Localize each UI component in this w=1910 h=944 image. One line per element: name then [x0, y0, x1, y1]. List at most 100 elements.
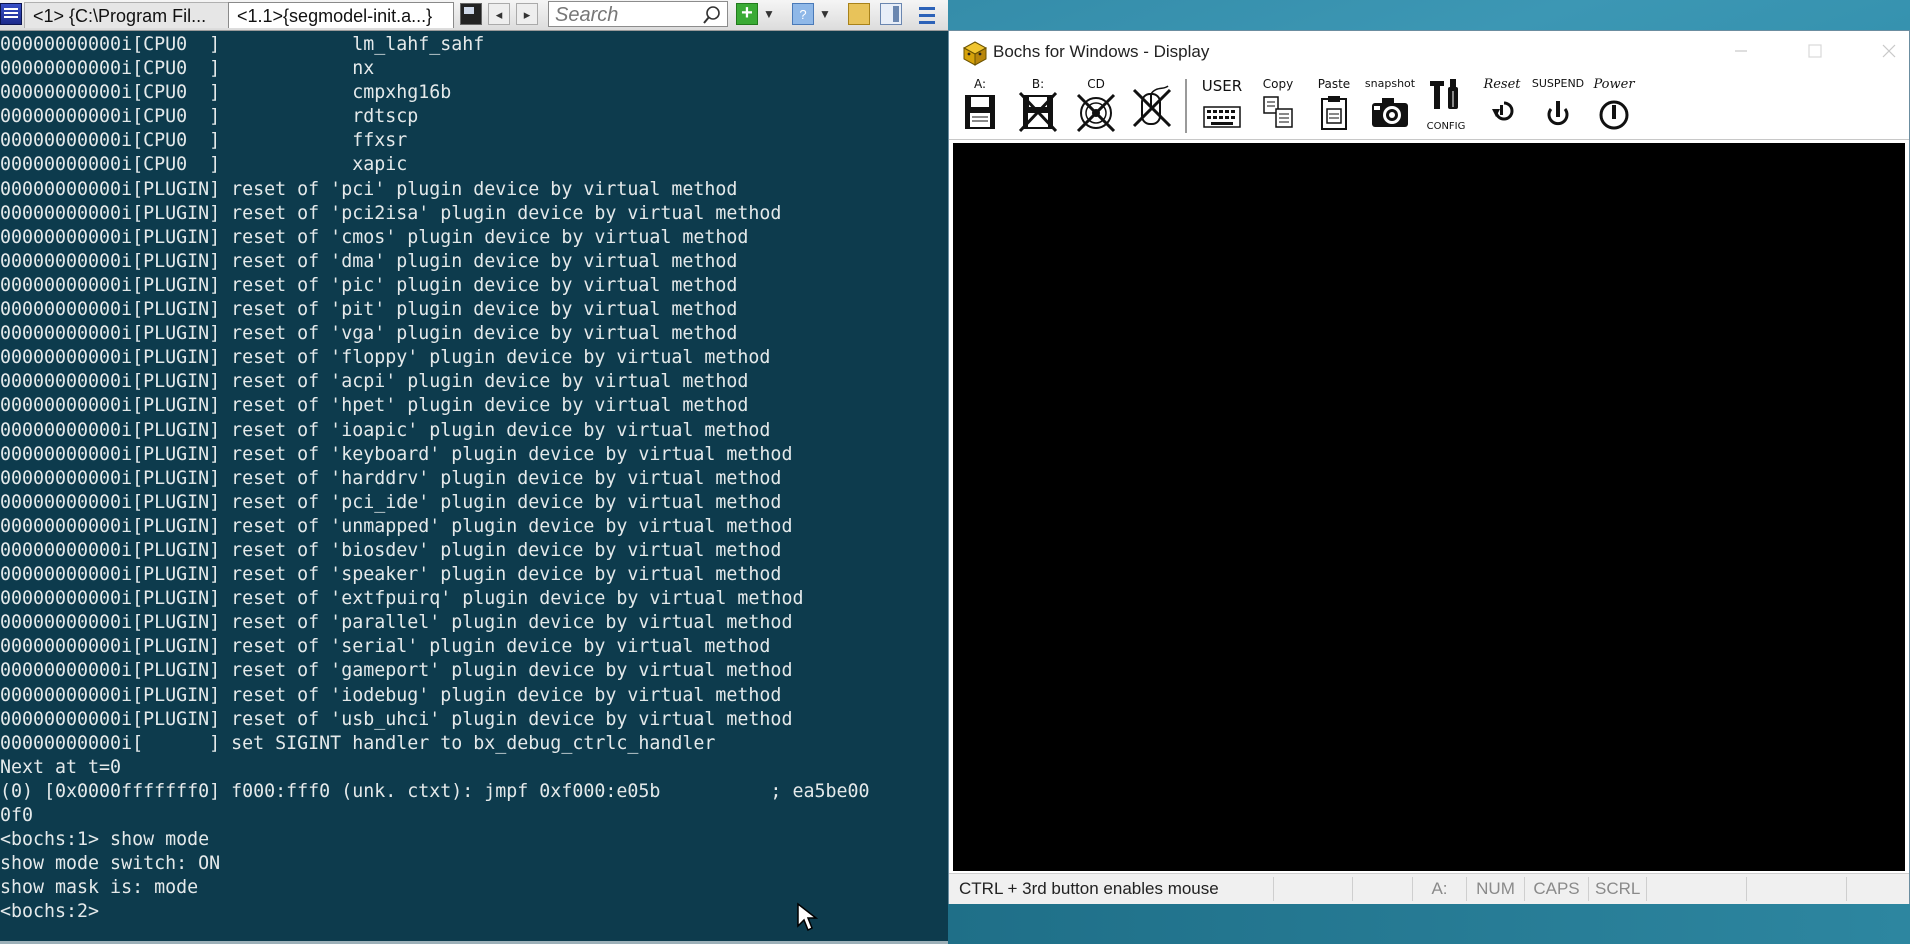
- config-button[interactable]: CONFIG: [1419, 75, 1473, 137]
- status-cell-empty: [1273, 877, 1353, 901]
- console-line: 00000000000i[PLUGIN] reset of 'harddrv' …: [0, 467, 782, 489]
- keyboard-icon: [1203, 106, 1241, 128]
- console-line: (0) [0x0000fffffff0] f000:fff0 (unk. ctx…: [0, 780, 870, 802]
- reset-button[interactable]: Reset: [1475, 75, 1529, 137]
- layout-icon[interactable]: [880, 3, 902, 25]
- user-button[interactable]: USER: [1195, 75, 1249, 137]
- console-line: 00000000000i[PLUGIN] reset of 'acpi' plu…: [0, 371, 749, 393]
- mouse-pointer-icon: [797, 902, 819, 932]
- status-cell-empty: [1353, 877, 1413, 901]
- snapshot-button[interactable]: snapshot: [1363, 75, 1417, 137]
- minimize-icon[interactable]: [1729, 39, 1753, 63]
- desktop-background: [948, 904, 1910, 944]
- bochs-display-window[interactable]: Bochs for Windows - Display A: B: CD USE…: [948, 30, 1910, 904]
- console-line: 00000000000i[PLUGIN] reset of 'pci2isa' …: [0, 202, 782, 224]
- tab-prev-arrow-icon[interactable]: ◂: [488, 3, 510, 25]
- console-tab-bar: <1> {C:\Program Fil... <1.1>{segmodel-in…: [0, 0, 948, 31]
- console-line: 00000000000i[CPU0 ] rdtscp: [0, 106, 419, 128]
- console-line: 00000000000i[PLUGIN] reset of 'hpet' plu…: [0, 395, 749, 417]
- suspend-button[interactable]: SUSPEND: [1531, 75, 1585, 137]
- bochs-toolbar: A: B: CD USER Copy Paste snapshot CONFIG…: [949, 73, 1909, 140]
- console-line: 00000000000i[PLUGIN] reset of 'ioapic' p…: [0, 419, 771, 441]
- console-line: 00000000000i[PLUGIN] reset of 'floppy' p…: [0, 347, 771, 369]
- status-num-lock: NUM: [1467, 877, 1525, 901]
- console-line: 00000000000i[PLUGIN] reset of 'pci' plug…: [0, 178, 738, 200]
- power-icon: [1599, 100, 1629, 130]
- console-line: show mode switch: ON: [0, 853, 221, 875]
- search-input[interactable]: [553, 3, 697, 27]
- console-line: 00000000000i[CPU0 ] xapic: [0, 154, 408, 176]
- config-label: CONFIG: [1426, 121, 1466, 132]
- mouse-disabled-icon: [1132, 85, 1172, 128]
- camera-icon: [1372, 98, 1408, 127]
- reset-arrow-icon: [1492, 101, 1514, 121]
- bochs-status-bar: CTRL + 3rd button enables mouse A: NUM C…: [949, 873, 1909, 904]
- tab-program-files[interactable]: <1> {C:\Program Fil...: [24, 2, 230, 28]
- console-line: 00000000000i[PLUGIN] reset of 'keyboard'…: [0, 443, 793, 465]
- console-line: 00000000000i[PLUGIN] reset of 'gameport'…: [0, 660, 793, 682]
- console-line: 00000000000i[PLUGIN] reset of 'cmos' plu…: [0, 226, 749, 248]
- hamburger-menu-icon[interactable]: [916, 3, 938, 25]
- console-line: 00000000000i[PLUGIN] reset of 'extfpuirq…: [0, 588, 804, 610]
- console-line: 00000000000i[PLUGIN] reset of 'unmapped'…: [0, 515, 793, 537]
- console-line: 00000000000i[PLUGIN] reset of 'pic' plug…: [0, 274, 738, 296]
- split-panel-icon[interactable]: ?: [792, 3, 814, 25]
- status-drive-a: A:: [1413, 877, 1467, 901]
- status-cell-empty: [1647, 877, 1747, 901]
- status-cell-empty: [1747, 877, 1847, 901]
- cdrom-disabled-icon: [1076, 93, 1116, 133]
- tab-segmodel-init[interactable]: <1.1>{segmodel-init.a...}: [228, 2, 454, 28]
- console-line: 00000000000i[PLUGIN] reset of 'serial' p…: [0, 636, 771, 658]
- floppy-disk-icon: [965, 95, 995, 129]
- console-line: 00000000000i[CPU0 ] ffxsr: [0, 130, 408, 152]
- power-button[interactable]: Power: [1587, 75, 1641, 137]
- status-caps-lock: CAPS: [1525, 877, 1589, 901]
- config-tools-icon: [1430, 79, 1458, 109]
- console-output[interactable]: 00000000000i[CPU0 ] lm_lahf_sahf 00000000…: [0, 33, 948, 941]
- console-window[interactable]: <1> {C:\Program Fil... <1.1>{segmodel-in…: [0, 0, 948, 944]
- maximize-icon[interactable]: [1803, 39, 1827, 63]
- console-line: 00000000000i[PLUGIN] reset of 'usb_uhci'…: [0, 708, 793, 730]
- toolbar-separator: [1185, 79, 1187, 133]
- console-line: 00000000000i[PLUGIN] reset of 'biosdev' …: [0, 539, 782, 561]
- close-icon[interactable]: [1877, 39, 1901, 63]
- suspend-power-icon: [1547, 101, 1569, 126]
- console-line: 00000000000i[ ] set SIGINT handler to bx…: [0, 732, 716, 754]
- console-line: 00000000000i[PLUGIN] reset of 'vga' plug…: [0, 323, 738, 345]
- bochs-logo-icon: [962, 41, 988, 66]
- floppy-a-button[interactable]: A:: [953, 75, 1007, 137]
- status-message: CTRL + 3rd button enables mouse: [959, 879, 1219, 898]
- conemu-app-icon[interactable]: [0, 3, 22, 25]
- console-line: <bochs:1> show mode: [0, 829, 210, 851]
- paste-clipboard-icon: [1321, 96, 1347, 130]
- console-line: 00000000000i[CPU0 ] lm_lahf_sahf: [0, 34, 485, 55]
- console-line: 00000000000i[CPU0 ] nx: [0, 58, 375, 80]
- console-line: 00000000000i[CPU0 ] cmpxhg16b: [0, 82, 452, 104]
- paste-button[interactable]: Paste: [1307, 75, 1361, 137]
- new-console-dropdown-icon[interactable]: ▼: [762, 3, 776, 25]
- floppy-disk-disabled-icon: [1018, 91, 1058, 133]
- console-line: Next at t=0: [0, 756, 122, 778]
- console-line: 00000000000i[PLUGIN] reset of 'dma' plug…: [0, 250, 738, 272]
- tab-next-arrow-icon[interactable]: ▸: [516, 3, 538, 25]
- split-panel-dropdown-icon[interactable]: ▼: [818, 3, 832, 25]
- copy-icon: [1263, 96, 1293, 128]
- console-line: 00000000000i[PLUGIN] reset of 'iodebug' …: [0, 684, 782, 706]
- search-icon[interactable]: [701, 4, 723, 26]
- copy-button[interactable]: Copy: [1251, 75, 1305, 137]
- status-scroll-lock: SCRL: [1589, 877, 1647, 901]
- console-line: 00000000000i[PLUGIN] reset of 'speaker' …: [0, 564, 782, 586]
- console-line: 00000000000i[PLUGIN] reset of 'pci_ide' …: [0, 491, 782, 513]
- bochs-window-title: Bochs for Windows - Display: [993, 42, 1210, 61]
- bochs-titlebar[interactable]: Bochs for Windows - Display: [949, 31, 1909, 73]
- emulator-display[interactable]: [953, 143, 1905, 871]
- new-console-plus-icon[interactable]: +: [736, 3, 758, 25]
- cdrom-button[interactable]: CD: [1069, 75, 1123, 137]
- console-line: 00000000000i[PLUGIN] reset of 'parallel'…: [0, 612, 793, 634]
- search-box: [548, 1, 728, 27]
- console-line: 0f0: [0, 805, 34, 826]
- mouse-button[interactable]: [1125, 75, 1179, 137]
- floppy-b-button[interactable]: B:: [1011, 75, 1065, 137]
- screen-icon[interactable]: [460, 3, 482, 25]
- lock-icon[interactable]: [848, 3, 870, 25]
